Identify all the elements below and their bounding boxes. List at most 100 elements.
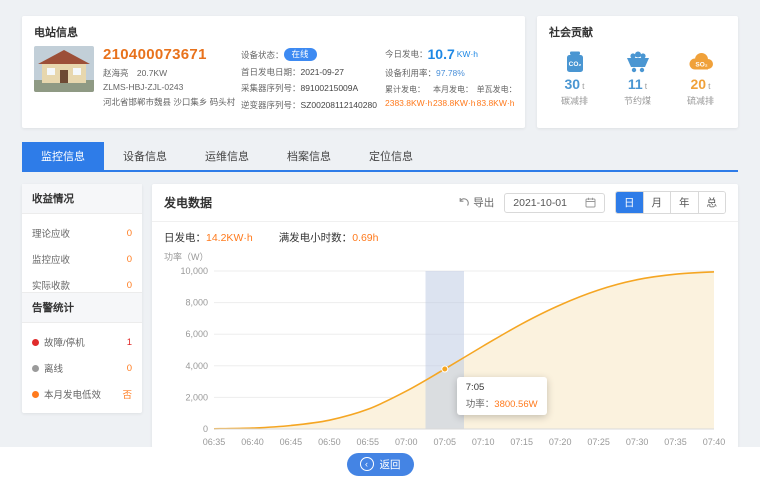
revenue-row: 监控应收 0 (22, 240, 142, 266)
full-hours-value: 0.69h (352, 232, 378, 244)
coal-cart-icon (625, 50, 651, 74)
low-efficiency-status-dot (32, 391, 39, 398)
back-button[interactable]: ‹ 返回 (347, 453, 414, 476)
collector-sn: 89100215009A (301, 83, 359, 93)
top-row: 电站信息 210400073671 赵海 (0, 0, 760, 128)
alarm-row: 故障/停机 1 (22, 323, 142, 349)
per-watt-label: 单瓦发电： (477, 84, 513, 95)
first-gen-date: 2021-09-27 (301, 67, 344, 77)
device-info-column: 设备状态： 在线 首日发电日期： 2021-09-27 采集器序列号： 8910… (241, 46, 385, 115)
co2-reduction-item: CO₂ 30t 碳减排 (546, 48, 604, 107)
tab-device-info[interactable]: 设备信息 (104, 142, 186, 170)
svg-text:07:20: 07:20 (549, 437, 572, 447)
coal-value: 11t (609, 76, 667, 92)
date-value: 2021-10-01 (513, 197, 567, 209)
page: 电站信息 210400073671 赵海 (0, 0, 760, 481)
svg-text:07:35: 07:35 (664, 437, 687, 447)
station-id: 210400073671 (103, 46, 241, 63)
revenue-label: 监控应收 (32, 252, 70, 266)
total-gen-label: 累计发电： (385, 84, 428, 95)
co2-label: 碳减排 (546, 94, 604, 107)
range-year-button[interactable]: 年 (670, 192, 698, 213)
inverter-sn: SZ00208112140280 (301, 100, 377, 110)
tab-monitor-info[interactable]: 监控信息 (22, 142, 104, 170)
station-body: 210400073671 赵海亮 20.7KW ZLMS-HBJ-ZJL-024… (22, 44, 525, 115)
date-picker[interactable]: 2021-10-01 (504, 193, 605, 213)
svg-text:07:40: 07:40 (703, 437, 726, 447)
range-total-button[interactable]: 总 (698, 192, 726, 213)
today-gen-value: 10.7 (428, 46, 455, 62)
station-owner-line: 赵海亮 20.7KW (103, 67, 241, 79)
station-info-panel: 电站信息 210400073671 赵海 (22, 16, 525, 128)
today-gen-row: 今日发电： 10.7 KW·h (385, 46, 513, 62)
chart-title: 发电数据 (164, 194, 212, 211)
back-arrow-icon: ‹ (360, 457, 374, 471)
tab-location-info[interactable]: 定位信息 (350, 142, 432, 170)
chart-sub-stats: 日发电：14.2KW·h满发电小时数：0.69h (152, 222, 738, 245)
svg-text:06:45: 06:45 (280, 437, 303, 447)
so2-label: 硫减排 (672, 94, 730, 107)
device-status-label: 设备状态： (241, 49, 284, 61)
chart-canvas[interactable]: 02,0004,0006,0008,00010,00006:3506:4006:… (164, 263, 726, 453)
month-gen-label: 本月发电： (433, 84, 472, 95)
range-day-button[interactable]: 日 (616, 192, 643, 213)
daily-gen-value: 14.2KW·h (206, 232, 253, 244)
export-button[interactable]: 导出 (458, 195, 494, 210)
tab-bar: 监控信息 设备信息 运维信息 档案信息 定位信息 (22, 142, 738, 172)
first-gen-label: 首日发电日期： (241, 66, 301, 78)
utilization-row: 设备利用率： 97.78% (385, 67, 513, 79)
revenue-value: 0 (127, 254, 132, 265)
svg-text:07:25: 07:25 (587, 437, 610, 447)
alarm-row: 离线 0 (22, 349, 142, 375)
svg-text:06:35: 06:35 (203, 437, 226, 447)
so2-value: 20t (672, 76, 730, 92)
svg-text:10,000: 10,000 (180, 266, 208, 276)
tab-operation-info[interactable]: 运维信息 (186, 142, 268, 170)
contribution-panel-title: 社会贡献 (537, 16, 738, 44)
so2-reduction-item: SO₂ 20t 硫减排 (672, 48, 730, 107)
side-stats-panel: 收益情况 理论应收 0 监控应收 0 实际收款 0 告警统计 故障/停机 1 离… (22, 184, 142, 413)
svg-text:07:30: 07:30 (626, 437, 649, 447)
revenue-row: 实际收款 0 (22, 266, 142, 292)
calendar-icon (585, 197, 596, 208)
month-gen-stat: 本月发电： 238.8KW·h (433, 84, 472, 108)
svg-text:06:55: 06:55 (357, 437, 380, 447)
offline-status-dot (32, 365, 39, 372)
station-photo (34, 46, 94, 115)
generation-chart[interactable]: 02,0004,0006,0008,00010,00006:3506:4006:… (164, 263, 726, 458)
collector-row: 采集器序列号： 89100215009A (241, 82, 385, 94)
generation-summary-column: 今日发电： 10.7 KW·h 设备利用率： 97.78% 累计发电： 2383… (385, 46, 513, 115)
total-gen-stat: 累计发电： 2383.8KW·h (385, 84, 428, 108)
tab-archive-info[interactable]: 档案信息 (268, 142, 350, 170)
alarm-header: 告警统计 (22, 292, 142, 323)
revenue-row: 理论应收 0 (22, 214, 142, 240)
house-photo-icon (34, 46, 94, 92)
svg-text:07:00: 07:00 (395, 437, 418, 447)
range-month-button[interactable]: 月 (643, 192, 671, 213)
alarm-row: 本月发电低效 否 (22, 375, 142, 401)
svg-text:4,000: 4,000 (185, 361, 208, 371)
collector-label: 采集器序列号： (241, 82, 301, 94)
revenue-value: 0 (127, 280, 132, 291)
svg-text:8,000: 8,000 (185, 298, 208, 308)
utilization-value: 97.78% (436, 68, 465, 78)
alarm-value: 否 (122, 387, 132, 401)
svg-text:07:10: 07:10 (472, 437, 495, 447)
alarm-label: 离线 (44, 361, 63, 375)
export-icon (458, 197, 469, 208)
month-gen-value: 238.8KW·h (433, 98, 472, 108)
owner-name: 赵海亮 (103, 68, 129, 78)
station-panel-title: 电站信息 (22, 16, 525, 44)
svg-text:6,000: 6,000 (185, 329, 208, 339)
alarm-value: 1 (127, 337, 132, 348)
online-badge: 在线 (284, 48, 317, 61)
today-gen-label: 今日发电： (385, 48, 428, 60)
inverter-label: 逆变器序列号： (241, 99, 301, 111)
inverter-row: 逆变器序列号： SZ00208112140280 (241, 99, 385, 111)
svg-text:06:40: 06:40 (241, 437, 264, 447)
fault-status-dot (32, 339, 39, 346)
footer-bar: ‹ 返回 (0, 447, 760, 481)
chart-toolbar: 导出 2021-10-01 日 月 年 (458, 191, 726, 214)
coal-saving-item: 11t 节约煤 (609, 48, 667, 107)
generation-data-panel: 发电数据 导出 2021-10-01 (152, 184, 738, 448)
